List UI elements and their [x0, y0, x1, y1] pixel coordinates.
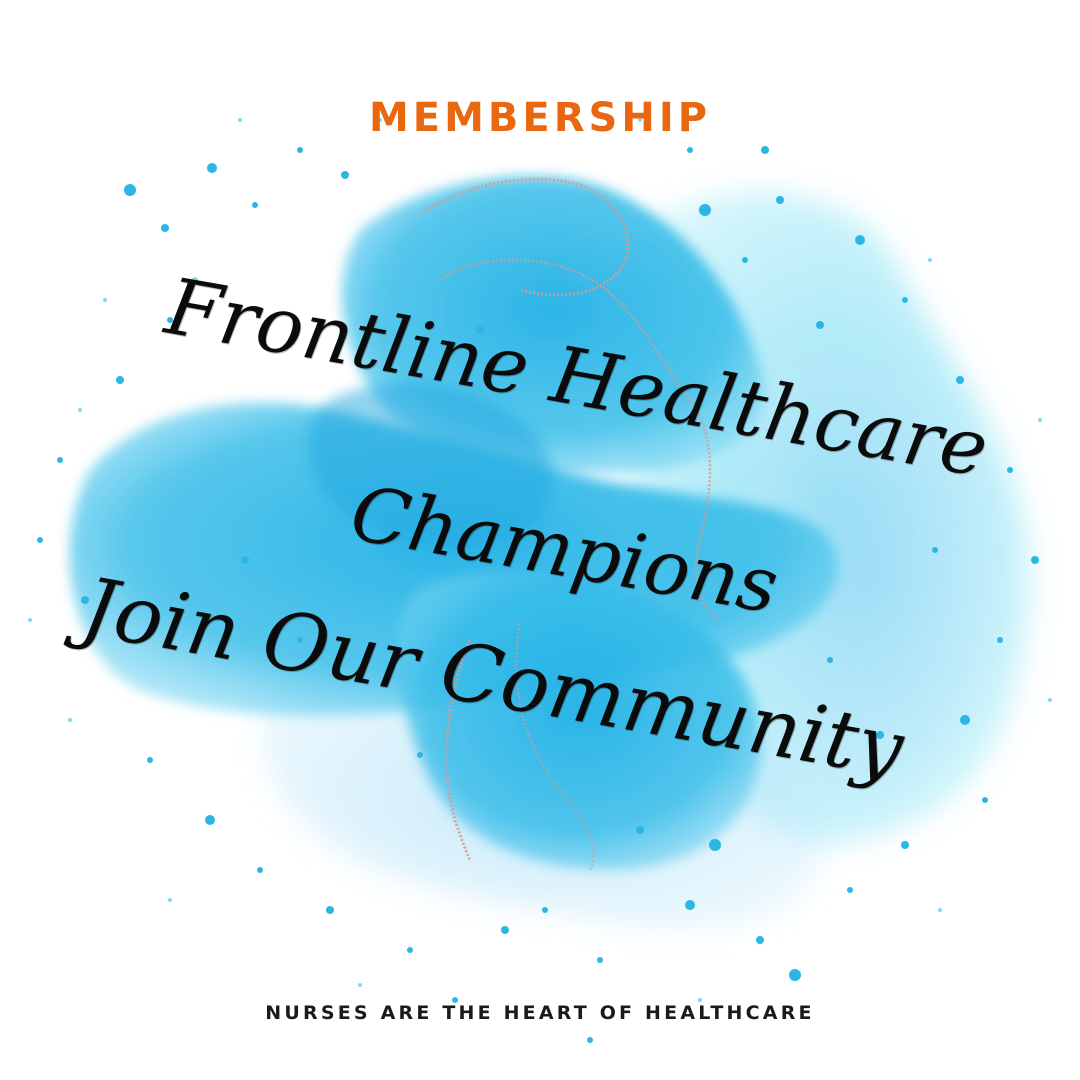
membership-heading: MEMBERSHIP — [368, 95, 712, 141]
tagline: NURSES ARE THE HEART OF HEALTHCARE — [265, 1002, 815, 1024]
membership-graphic: MEMBERSHIP Frontline Healthcare Champion… — [0, 0, 1080, 1080]
